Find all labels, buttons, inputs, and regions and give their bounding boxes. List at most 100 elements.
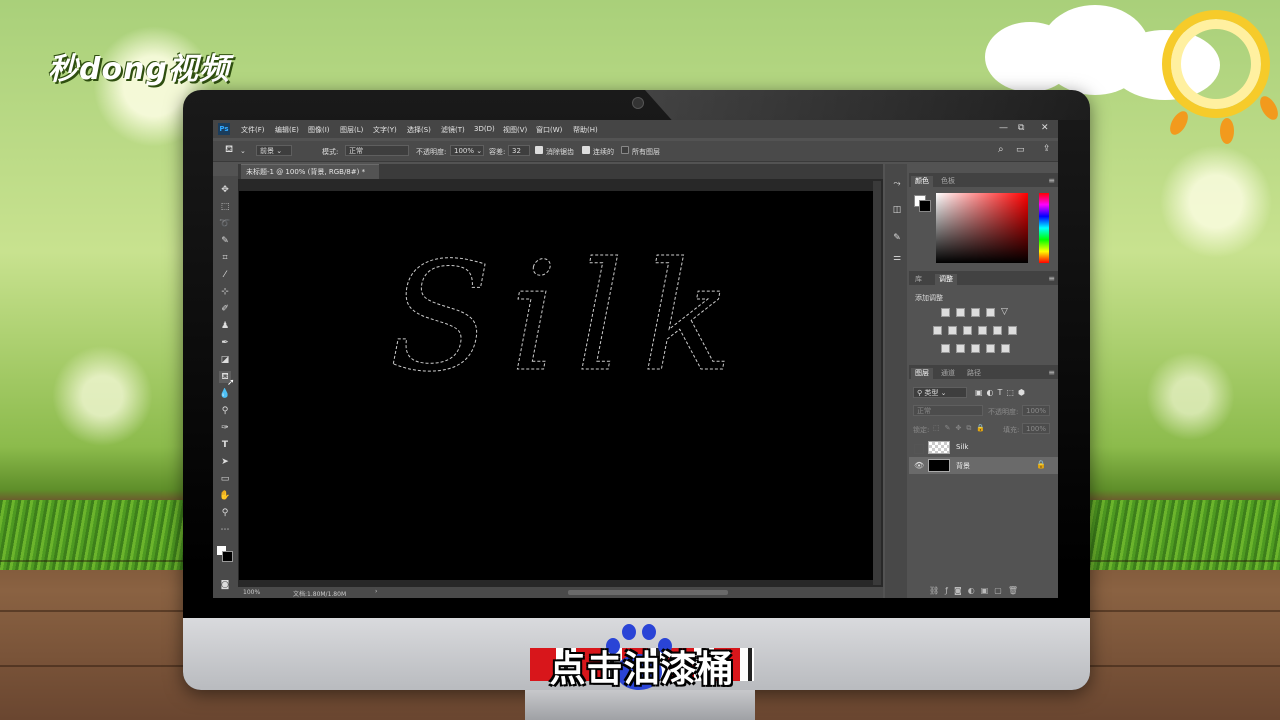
menu-edit[interactable]: 编辑(E)	[275, 125, 299, 135]
horizontal-scrollbar[interactable]	[568, 590, 728, 595]
marquee-tool-icon[interactable]: ⬚	[219, 201, 231, 213]
history-brush-tool-icon[interactable]: ✒	[219, 337, 231, 349]
brush-tool-icon[interactable]: ✐	[219, 303, 231, 315]
tab-layers[interactable]: 图层	[911, 368, 933, 379]
curves-icon[interactable]	[971, 308, 980, 317]
document-tab[interactable]: 未标题-1 @ 100% (背景, RGB/8#) * ×	[241, 164, 379, 191]
layer-row-background[interactable]: 👁 背景 🔒	[909, 457, 1058, 474]
quick-select-tool-icon[interactable]: ✎	[219, 235, 231, 247]
menu-3d[interactable]: 3D(D)	[474, 125, 495, 133]
tab-libraries[interactable]: 库	[915, 274, 922, 284]
layer-row-silk[interactable]: Silk	[909, 439, 1058, 456]
restore-button[interactable]: ⧉	[1018, 123, 1024, 133]
pen-tool-icon[interactable]: ✑	[219, 422, 231, 434]
blend-mode-select[interactable]: 正常	[913, 405, 983, 416]
history-panel-icon[interactable]: ⤳	[891, 178, 903, 190]
fill-input[interactable]: 100%	[1022, 423, 1050, 434]
tab-color[interactable]: 颜色	[911, 176, 933, 187]
zoom-tool-icon[interactable]: ⚲	[219, 507, 231, 519]
properties-panel-icon[interactable]: ◫	[891, 204, 903, 216]
share-icon[interactable]: ⇪	[1043, 144, 1051, 154]
hand-tool-icon[interactable]: ✋	[219, 490, 231, 502]
quick-mask-icon[interactable]: ◙	[219, 579, 231, 591]
workspace-icon[interactable]: ▭	[1016, 145, 1025, 155]
invert-icon[interactable]	[941, 344, 950, 353]
eraser-tool-icon[interactable]: ◪	[219, 354, 231, 366]
tab-paths[interactable]: 路径	[967, 368, 981, 378]
menu-type[interactable]: 文字(Y)	[373, 125, 397, 135]
panel-menu-icon[interactable]: ≡	[1048, 368, 1055, 377]
color-balance-icon[interactable]	[948, 326, 957, 335]
close-button[interactable]: ✕	[1041, 123, 1049, 133]
zoom-level[interactable]: 100%	[243, 589, 260, 596]
menu-help[interactable]: 帮助(H)	[573, 125, 598, 135]
photo-filter-icon[interactable]	[978, 326, 987, 335]
move-tool-icon[interactable]: ✥	[219, 184, 231, 196]
color-background-swatch[interactable]	[919, 200, 931, 212]
exposure-icon[interactable]	[986, 308, 995, 317]
brightness-icon[interactable]	[941, 308, 950, 317]
levels-icon[interactable]	[956, 308, 965, 317]
mode-select[interactable]: 正常	[345, 145, 409, 156]
dodge-tool-icon[interactable]: ⚲	[219, 405, 231, 417]
crop-tool-icon[interactable]: ⌗	[219, 252, 231, 264]
panel-menu-icon[interactable]: ≡	[1048, 274, 1055, 283]
adjust-sliders-icon[interactable]: ⚌	[891, 252, 903, 264]
selective-color-icon[interactable]	[1001, 344, 1010, 353]
sun-ray	[1256, 93, 1280, 123]
menu-filter[interactable]: 滤镜(T)	[441, 125, 465, 135]
vertical-scrollbar[interactable]	[873, 181, 881, 585]
visibility-toggle-off[interactable]	[914, 444, 924, 454]
layer-opacity-input[interactable]: 100%	[1022, 405, 1050, 416]
brush-panel-icon[interactable]: ✎	[891, 232, 903, 244]
panel-menu-icon[interactable]: ≡	[1048, 176, 1055, 185]
posterize-icon[interactable]	[956, 344, 965, 353]
path-select-tool-icon[interactable]: ➤	[219, 456, 231, 468]
menu-view[interactable]: 视图(V)	[503, 125, 527, 135]
rectangle-tool-icon[interactable]: ▭	[219, 473, 231, 485]
blur-tool-icon[interactable]: 💧	[219, 388, 231, 400]
minimize-button[interactable]: —	[999, 123, 1008, 133]
status-arrow-icon[interactable]: ›	[375, 588, 377, 595]
tolerance-input[interactable]: 32	[508, 145, 530, 156]
color-lookup-icon[interactable]	[1008, 326, 1017, 335]
layer-filter-icons[interactable]: ▣◐T⬚⬢	[975, 388, 1029, 397]
lasso-tool-icon[interactable]: ➰	[219, 218, 231, 230]
threshold-icon[interactable]	[971, 344, 980, 353]
healing-brush-tool-icon[interactable]: ⊹	[219, 286, 231, 298]
menu-file[interactable]: 文件(F)	[241, 125, 265, 135]
vibrance-icon[interactable]: ▽	[1001, 308, 1010, 317]
antialias-checkbox[interactable]	[535, 146, 543, 154]
eye-icon[interactable]: 👁	[914, 461, 924, 470]
black-white-icon[interactable]	[963, 326, 972, 335]
tab-swatches[interactable]: 色板	[941, 176, 955, 186]
channel-mixer-icon[interactable]	[993, 326, 1002, 335]
menu-layer[interactable]: 图层(L)	[340, 125, 363, 135]
lock-options-icons[interactable]: ⬚✎✥⧉🔒	[933, 424, 990, 433]
contiguous-label: 连续的	[593, 148, 614, 156]
menu-image[interactable]: 图像(I)	[308, 125, 330, 135]
more-tools-icon[interactable]: ⋯	[219, 524, 231, 536]
layers-footer-buttons[interactable]: ⛓ƒ◙◐▣▢🗑	[929, 586, 1024, 595]
tab-adjustments[interactable]: 调整	[935, 274, 957, 285]
contiguous-checkbox[interactable]	[582, 146, 590, 154]
fill-source-select[interactable]: 前景 ⌄	[256, 145, 292, 156]
tab-channels[interactable]: 通道	[941, 368, 955, 378]
gradient-map-icon[interactable]	[986, 344, 995, 353]
chevron-down-icon[interactable]: ⌄	[240, 147, 246, 155]
document-canvas[interactable]: Silk	[239, 191, 873, 580]
search-icon[interactable]: ⌕	[998, 144, 1004, 155]
type-tool-icon[interactable]: T	[219, 439, 231, 451]
menu-select[interactable]: 选择(S)	[407, 125, 431, 135]
eyedropper-tool-icon[interactable]: ⁄	[219, 269, 231, 281]
stamp-tool-icon[interactable]: ♟	[219, 320, 231, 332]
opacity-input[interactable]: 100% ⌄	[450, 145, 484, 156]
menu-window[interactable]: 窗口(W)	[536, 125, 562, 135]
hue-slider[interactable]	[1039, 193, 1049, 263]
color-picker-field[interactable]	[936, 193, 1028, 263]
hue-saturation-icon[interactable]	[933, 326, 942, 335]
all-layers-checkbox[interactable]	[621, 146, 629, 154]
background-color-swatch[interactable]	[222, 551, 233, 562]
layer-kind-filter[interactable]: ⚲ 类型 ⌄	[913, 387, 967, 398]
paint-bucket-preset-icon[interactable]: ⛾	[225, 144, 233, 157]
